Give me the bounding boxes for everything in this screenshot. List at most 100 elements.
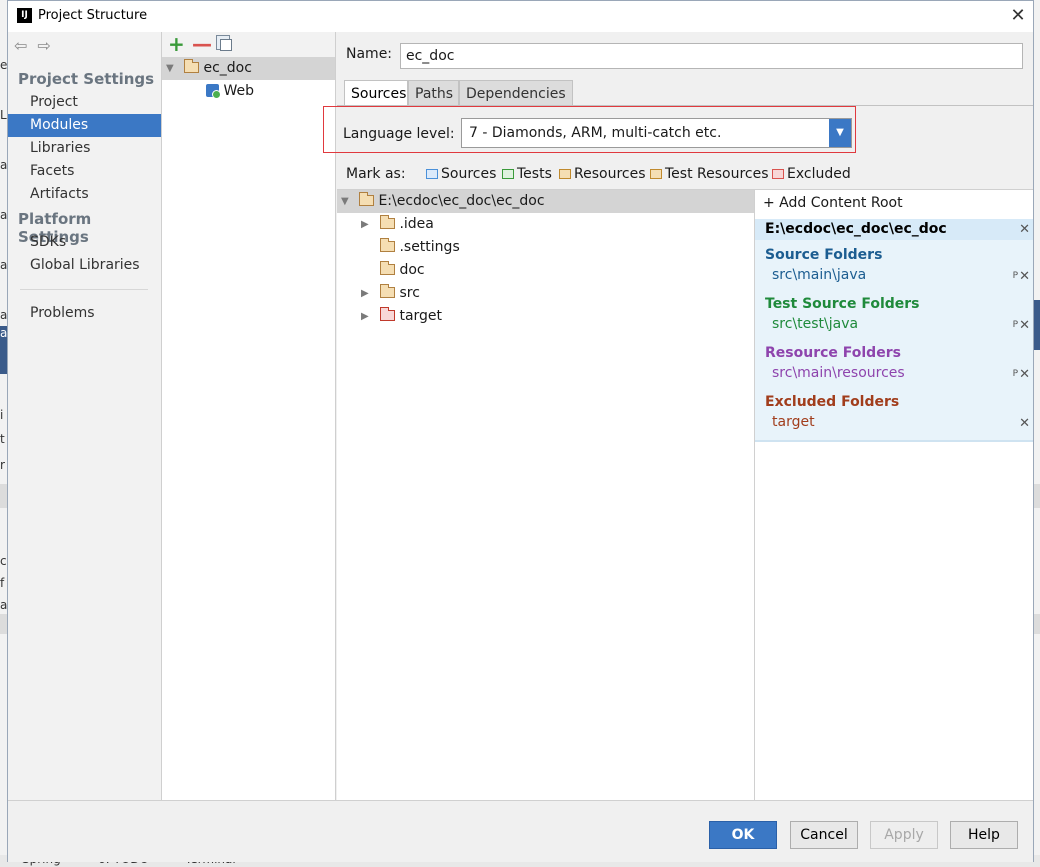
mark-resources-button[interactable]: Resources [559, 166, 646, 182]
folder-icon [359, 192, 374, 206]
language-level-highlight [323, 106, 856, 153]
file-tree-item-doc[interactable]: doc [337, 259, 754, 282]
title-bar: IJ Project Structure ✕ [8, 1, 1033, 32]
resource-folders-header: Resource Folders [765, 345, 901, 361]
remove-module-icon[interactable]: — [192, 32, 212, 56]
sidebar-item-problems[interactable]: Problems [8, 302, 161, 325]
file-tree-item-label: src [399, 285, 420, 301]
sidebar-item-artifacts[interactable]: Artifacts [8, 183, 161, 206]
resource-folder-path: src\main\resources [772, 365, 905, 381]
name-label: Name: [346, 46, 393, 62]
folder-icon [380, 261, 395, 275]
sidebar-divider [20, 289, 148, 290]
remove-source-folder-icon[interactable]: ✕ [1019, 269, 1030, 284]
file-tree-item-label: .idea [399, 216, 434, 232]
sidebar-item-modules[interactable]: Modules [8, 114, 161, 137]
file-tree-item-idea[interactable]: ▶ .idea [337, 213, 754, 236]
test-source-folder-path: src\test\java [772, 316, 859, 332]
sidebar-item-sdks[interactable]: SDKs [8, 231, 161, 254]
copy-module-icon[interactable] [216, 35, 232, 51]
mark-sources-label: Sources [441, 166, 497, 182]
tests-folder-icon [502, 169, 514, 179]
module-tree-item-web[interactable]: Web [162, 80, 335, 103]
tab-sources[interactable]: Sources [344, 80, 408, 106]
close-icon[interactable]: ✕ [1003, 1, 1033, 31]
folder-icon [380, 215, 395, 229]
mark-excluded-label: Excluded [787, 166, 851, 182]
cancel-button[interactable]: Cancel [790, 821, 858, 849]
folder-icon [380, 238, 395, 252]
properties-icon[interactable]: P [1013, 271, 1018, 281]
remove-content-root-icon[interactable]: ✕ [1019, 222, 1030, 237]
resources-folder-icon [559, 169, 571, 179]
project-settings-header: Project Settings [18, 70, 155, 88]
source-folder-path: src\main\java [772, 267, 867, 283]
bg-right-band-2 [1034, 614, 1040, 634]
sidebar-item-facets[interactable]: Facets [8, 160, 161, 183]
remove-test-source-folder-icon[interactable]: ✕ [1019, 318, 1030, 333]
sidebar-item-global-libraries[interactable]: Global Libraries [8, 254, 161, 277]
sources-folder-icon [426, 169, 438, 179]
mark-resources-label: Resources [574, 166, 646, 182]
content-file-tree: ▼ E:\ecdoc\ec_doc\ec_doc ▶ .idea .settin… [337, 189, 755, 800]
properties-icon[interactable]: P [1013, 320, 1018, 330]
apply-button[interactable]: Apply [870, 821, 938, 849]
modules-toolbar: + — [162, 32, 335, 57]
expand-arrow-icon[interactable]: ▼ [341, 190, 349, 213]
back-arrow-icon[interactable]: ⇦ [14, 36, 37, 55]
module-name-input[interactable] [400, 43, 1023, 69]
file-tree-root[interactable]: ▼ E:\ecdoc\ec_doc\ec_doc [337, 190, 754, 213]
content-roots-panel: + Add Content Root E:\ecdoc\ec_doc\ec_do… [755, 189, 1033, 800]
expand-arrow-icon[interactable]: ▶ [361, 305, 369, 328]
mark-sources-button[interactable]: Sources [426, 166, 496, 182]
excluded-folder-icon [772, 169, 784, 179]
add-content-root-button[interactable]: + Add Content Root [763, 195, 903, 211]
excluded-folders-header: Excluded Folders [765, 394, 900, 410]
intellij-app-icon: IJ [17, 8, 32, 23]
file-tree-item-label: target [399, 308, 443, 324]
mark-tests-button[interactable]: Tests [502, 166, 552, 182]
forward-arrow-icon[interactable]: ⇨ [37, 36, 60, 55]
help-button[interactable]: Help [950, 821, 1018, 849]
excluded-folder-path: target [772, 414, 815, 430]
module-folder-icon [184, 59, 199, 73]
dialog-footer: OK Cancel Apply Help [8, 800, 1033, 862]
bg-right-highlight [1034, 300, 1040, 350]
bg-right-band-1 [1034, 484, 1040, 508]
file-tree-item-settings[interactable]: .settings [337, 236, 754, 259]
tab-dependencies[interactable]: Dependencies [459, 80, 573, 106]
excluded-folder-icon [380, 307, 395, 321]
content-root-path: E:\ecdoc\ec_doc\ec_doc [755, 219, 1033, 240]
window-title: Project Structure [38, 8, 148, 23]
content-root-card: E:\ecdoc\ec_doc\ec_doc ✕ Source Folders … [755, 219, 1033, 442]
expand-arrow-icon[interactable]: ▶ [361, 282, 369, 305]
source-folders-header: Source Folders [765, 247, 883, 263]
web-facet-icon [206, 84, 221, 99]
module-name: ec_doc [203, 60, 252, 76]
folder-icon [380, 284, 395, 298]
module-tree-item-ec-doc[interactable]: ▼ ec_doc [162, 57, 335, 80]
ok-button[interactable]: OK [709, 821, 777, 849]
properties-icon[interactable]: P [1013, 369, 1018, 379]
test-source-folders-header: Test Source Folders [765, 296, 920, 312]
expand-arrow-icon[interactable]: ▶ [361, 213, 369, 236]
remove-resource-folder-icon[interactable]: ✕ [1019, 367, 1030, 382]
file-tree-item-label: doc [399, 262, 425, 278]
file-tree-root-label: E:\ecdoc\ec_doc\ec_doc [378, 193, 545, 209]
mark-tests-label: Tests [517, 166, 552, 182]
file-tree-item-target[interactable]: ▶ target [337, 305, 754, 328]
remove-excluded-folder-icon[interactable]: ✕ [1019, 416, 1030, 431]
sidebar-item-project[interactable]: Project [8, 91, 161, 114]
mark-as-label: Mark as: [346, 166, 406, 182]
expand-arrow-icon[interactable]: ▼ [166, 57, 174, 80]
settings-sidebar: ⇦⇨ Project Settings Project Modules Libr… [8, 32, 162, 800]
mark-test-resources-button[interactable]: Test Resources [650, 166, 769, 182]
mark-test-resources-label: Test Resources [665, 166, 769, 182]
nav-history: ⇦⇨ [14, 36, 61, 55]
tab-paths[interactable]: Paths [408, 80, 459, 106]
modules-panel: + — ▼ ec_doc Web [162, 32, 336, 800]
sidebar-item-libraries[interactable]: Libraries [8, 137, 161, 160]
mark-excluded-button[interactable]: Excluded [772, 166, 851, 182]
add-module-icon[interactable]: + [168, 32, 185, 56]
file-tree-item-src[interactable]: ▶ src [337, 282, 754, 305]
